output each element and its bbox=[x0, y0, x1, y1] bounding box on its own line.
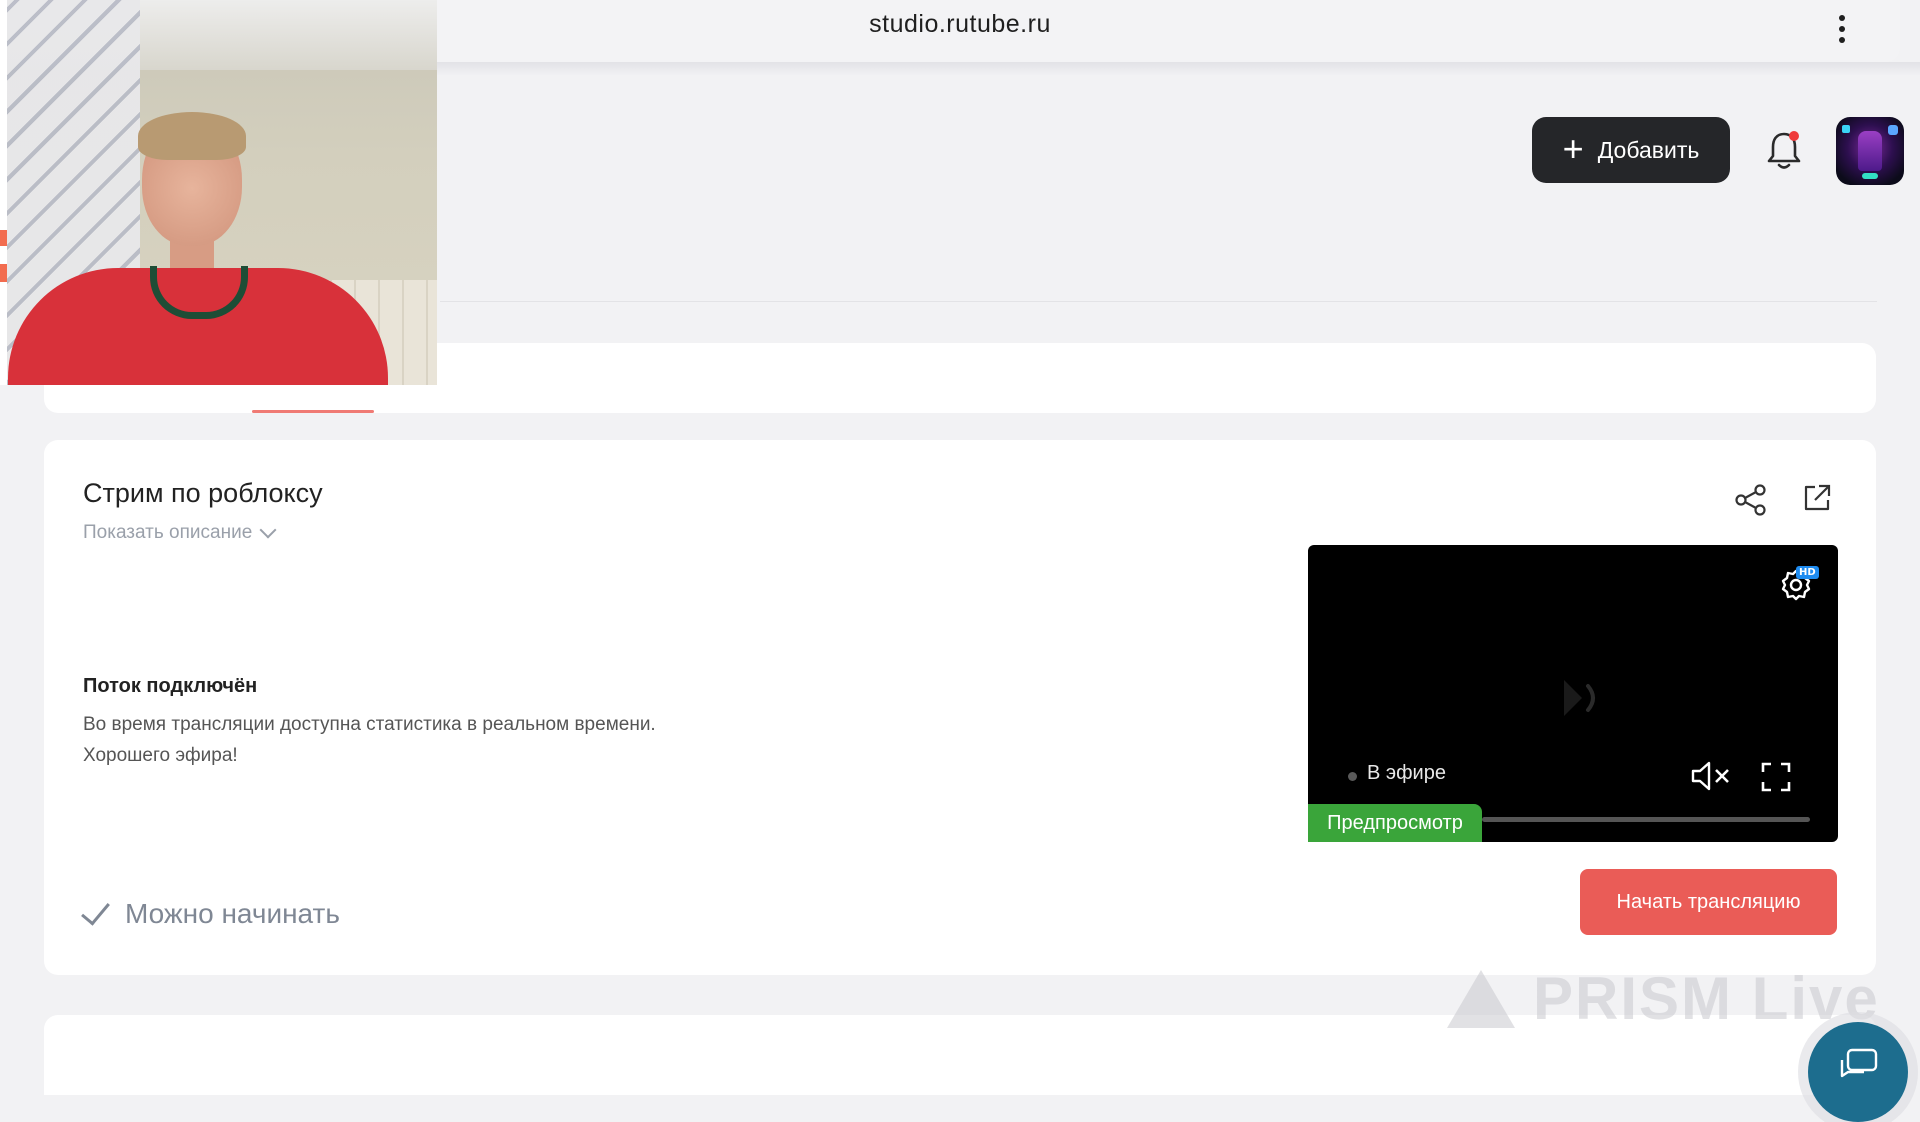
add-button-label: Добавить bbox=[1597, 136, 1700, 163]
start-broadcast-button[interactable]: Начать трансляцию bbox=[1580, 869, 1837, 935]
quality-badge: HD bbox=[1796, 566, 1819, 579]
ready-indicator: Можно начинать bbox=[81, 894, 340, 930]
add-button[interactable]: + Добавить bbox=[1532, 117, 1730, 183]
support-chat-button[interactable] bbox=[1808, 1022, 1908, 1122]
prism-logo-icon bbox=[1447, 969, 1515, 1028]
stream-title: Стрим по роблоксу bbox=[83, 478, 323, 508]
stream-status-description: Во время трансляции доступна статистика … bbox=[83, 709, 783, 771]
chevron-down-icon bbox=[259, 521, 277, 539]
active-tab-indicator bbox=[252, 410, 374, 413]
header-divider bbox=[440, 301, 1877, 302]
show-description-label: Показать описание bbox=[83, 522, 253, 543]
webcam-overlay bbox=[0, 0, 437, 385]
prism-live-watermark: PRISM Live bbox=[1447, 964, 1880, 1033]
preview-badge: Предпросмотр bbox=[1308, 804, 1482, 842]
kebab-menu-icon[interactable] bbox=[1830, 6, 1854, 52]
status-line-1: Во время трансляции доступна статистика … bbox=[83, 714, 656, 735]
share-icon[interactable] bbox=[1734, 483, 1768, 517]
play-icon[interactable] bbox=[1560, 676, 1608, 720]
fullscreen-icon[interactable] bbox=[1760, 761, 1792, 793]
show-description-toggle[interactable]: Показать описание bbox=[83, 521, 277, 544]
chat-icon bbox=[1840, 1048, 1878, 1078]
live-label: В эфире bbox=[1367, 762, 1446, 784]
ready-label: Можно начинать bbox=[125, 898, 340, 929]
live-dot bbox=[1348, 772, 1357, 781]
plus-icon: + bbox=[1562, 127, 1584, 169]
mute-icon[interactable] bbox=[1690, 760, 1732, 792]
bell-icon[interactable] bbox=[1764, 128, 1804, 172]
user-avatar[interactable] bbox=[1836, 117, 1904, 185]
external-link-icon[interactable] bbox=[1802, 483, 1832, 513]
watermark-text: PRISM Live bbox=[1533, 965, 1880, 1032]
stream-status-title: Поток подключён bbox=[83, 675, 258, 697]
status-line-2: Хорошего эфира! bbox=[83, 745, 238, 766]
player-progress-bar[interactable] bbox=[1482, 817, 1810, 822]
